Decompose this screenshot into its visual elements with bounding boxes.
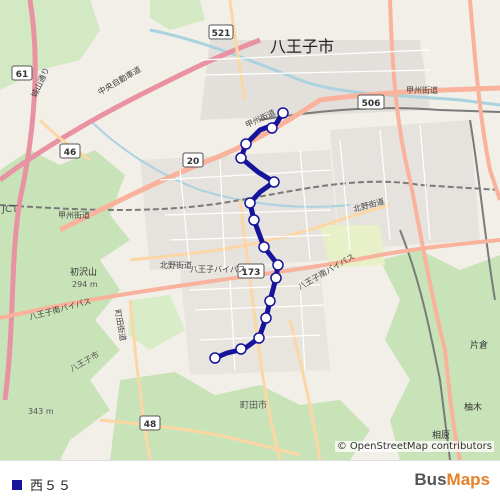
bus-stop[interactable]: [235, 343, 247, 355]
bus-stop[interactable]: [244, 197, 256, 209]
copyright-symbol: ©: [336, 441, 347, 452]
place-label-yugi: 柚木: [464, 401, 482, 413]
route-shield-61-label: 61: [16, 70, 29, 80]
peak-elevation-hatsuzawayama: 294 m: [72, 280, 98, 289]
place-label-aihara: 相原: [432, 429, 450, 441]
route-name-label: 西５５: [30, 479, 73, 494]
city-label-machida: 町田市: [240, 399, 267, 411]
route-shield-506-label: 506: [362, 99, 381, 109]
footer-bar: 西５５ BusMaps: [0, 460, 500, 501]
peak-label-hatsuzawayama: 初沢山: [70, 266, 97, 278]
city-label-hachioji: 八王子市: [270, 37, 334, 56]
route-legend[interactable]: 西５５: [12, 475, 72, 494]
bus-stop[interactable]: [248, 214, 260, 226]
junction-label: JCT: [1, 204, 19, 215]
route-shield-20: 20: [182, 152, 204, 168]
place-label-katakura: 片倉: [470, 339, 488, 351]
road-label-kitano: 北野街道: [160, 260, 192, 270]
route-shield-521-label: 521: [212, 29, 231, 39]
bus-stop[interactable]: [209, 352, 221, 364]
brand-part-maps: Maps: [446, 470, 490, 489]
route-shield-48-label: 48: [144, 420, 157, 430]
bus-stop[interactable]: [235, 152, 247, 164]
map-canvas[interactable]: 521 61 46 20 506 173 48 八王子市 甲州街道 甲州街道 甲…: [0, 0, 500, 460]
road-label-koshu-east: 甲州街道: [406, 85, 438, 95]
route-shield-506: 506: [357, 94, 385, 110]
route-shield-46-label: 46: [64, 148, 77, 158]
peak-elevation-343: 343 m: [28, 407, 54, 416]
brand-part-bus: Bus: [414, 470, 447, 489]
route-shield-521: 521: [208, 24, 234, 40]
bus-stop[interactable]: [264, 295, 276, 307]
bus-stop[interactable]: [258, 241, 270, 253]
route-shield-48: 48: [139, 415, 161, 431]
bus-stop[interactable]: [266, 122, 278, 134]
route-shield-20-label: 20: [187, 157, 200, 167]
bus-stop[interactable]: [268, 176, 280, 188]
bus-stop[interactable]: [260, 312, 272, 324]
route-color-swatch: [12, 479, 22, 490]
busmaps-logo[interactable]: BusMaps: [414, 470, 490, 490]
bus-stop[interactable]: [240, 138, 252, 150]
road-label-hachioji-bypass: 八王子バイパス: [190, 265, 246, 274]
bus-stop[interactable]: [272, 259, 284, 271]
bus-stop[interactable]: [270, 272, 282, 284]
forest-area-southeast: [380, 250, 500, 460]
attribution-text[interactable]: OpenStreetMap contributors: [350, 441, 492, 452]
route-shield-61: 61: [11, 65, 33, 81]
bus-stop[interactable]: [253, 332, 265, 344]
bus-stop[interactable]: [277, 107, 289, 119]
route-shield-46: 46: [59, 143, 81, 159]
map-attribution[interactable]: © OpenStreetMap contributors: [334, 441, 494, 452]
road-label-koshu-west: 甲州街道: [58, 210, 90, 220]
